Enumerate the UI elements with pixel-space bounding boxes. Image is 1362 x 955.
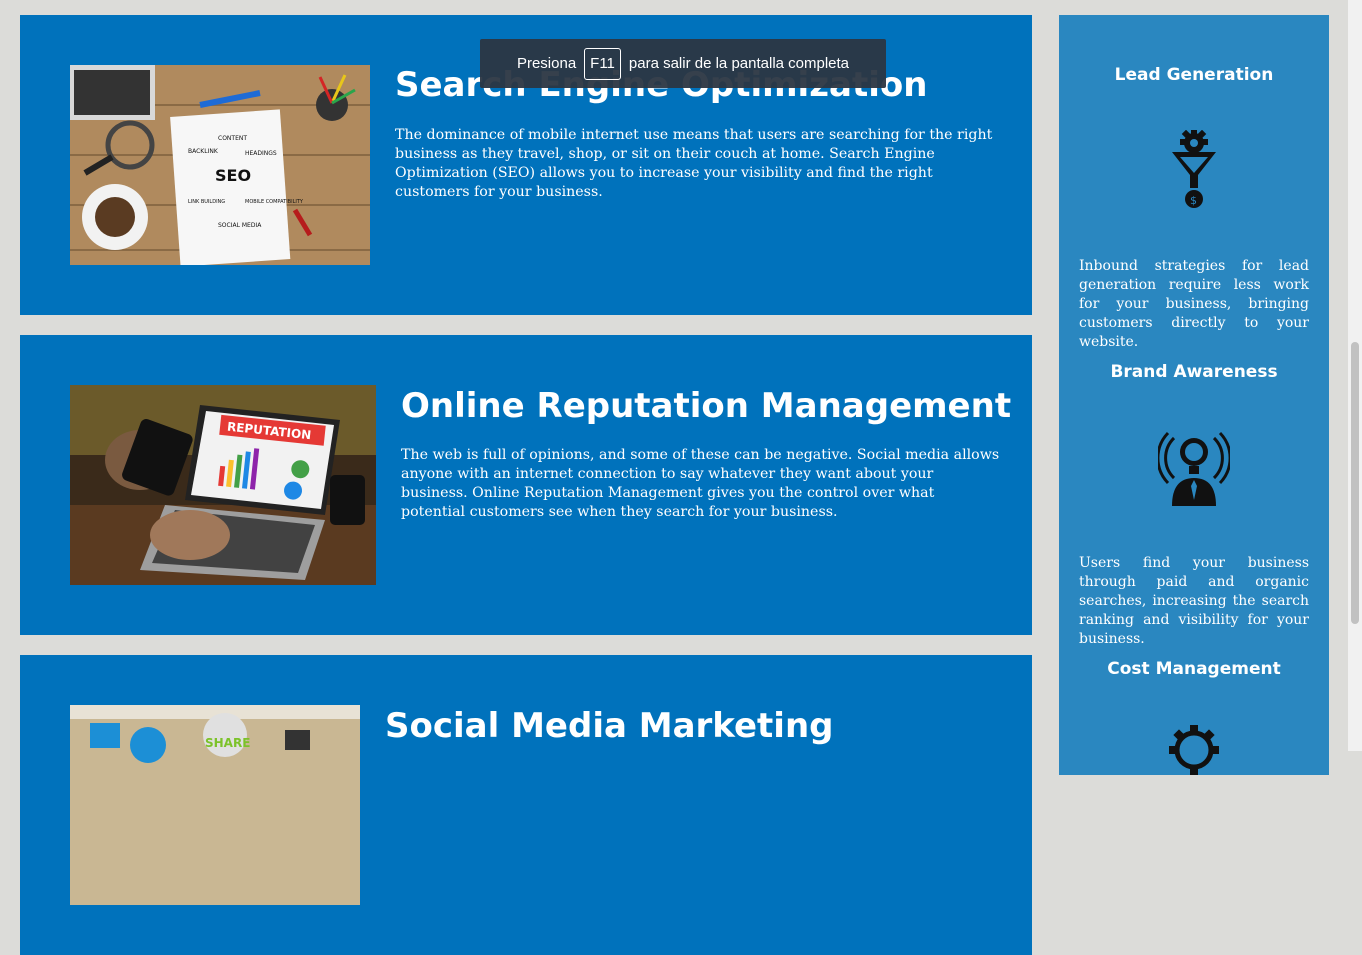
sidebar-title-cost-management: Cost Management [1107, 659, 1281, 679]
page-scrollbar[interactable] [1348, 0, 1362, 751]
svg-text:BACKLINK: BACKLINK [188, 148, 219, 155]
svg-text:MOBILE COMPATIBILITY: MOBILE COMPATIBILITY [245, 199, 304, 205]
sidebar-title-brand-awareness: Brand Awareness [1110, 362, 1278, 382]
sidebar-text-brand-awareness: Users find your business through paid an… [1079, 555, 1309, 647]
service-card-reputation: REPUTATION Online Reputation Management … [20, 335, 1032, 635]
svg-text:HEADINGS: HEADINGS [245, 150, 277, 157]
card-title: Social Media Marketing [385, 706, 834, 746]
fullscreen-notice-after: para salir de la pantalla completa [628, 55, 850, 72]
sidebar-text-lead-generation: Inbound strategies for lead generation r… [1079, 258, 1309, 350]
funnel-gear-icon: $ [1167, 129, 1221, 214]
service-card-social: SHARE Social Media Marketing [20, 655, 1032, 955]
card-text: The dominance of mobile internet use mea… [395, 127, 993, 200]
svg-text:LINK BUILDING: LINK BUILDING [188, 199, 225, 205]
card-text: The web is full of opinions, and some of… [401, 447, 1000, 520]
scrollbar-thumb[interactable] [1351, 342, 1359, 624]
sidebar-title-lead-generation: Lead Generation [1114, 65, 1274, 85]
card-title: Online Reputation Management [401, 386, 1012, 426]
lightbulb-person-icon [1156, 428, 1232, 512]
svg-text:$: $ [1190, 194, 1197, 207]
svg-text:SHARE: SHARE [205, 736, 250, 750]
gear-icon [1169, 725, 1219, 779]
fullscreen-notice: Presiona F11 para salir de la pantalla c… [480, 39, 886, 88]
sidebar-features: Lead Generation $ Inbound strategies for… [1059, 15, 1329, 775]
svg-text:SOCIAL MEDIA: SOCIAL MEDIA [218, 222, 262, 229]
reputation-image: REPUTATION [70, 385, 376, 585]
fullscreen-notice-before: Presiona [516, 55, 577, 72]
svg-text:CONTENT: CONTENT [218, 135, 247, 142]
f11-key: F11 [584, 47, 621, 80]
seo-image: SEO CONTENT BACKLINK HEADINGS LINK BUILD… [70, 65, 370, 265]
social-image: SHARE [70, 705, 360, 905]
seo-image-word: SEO [215, 166, 251, 185]
